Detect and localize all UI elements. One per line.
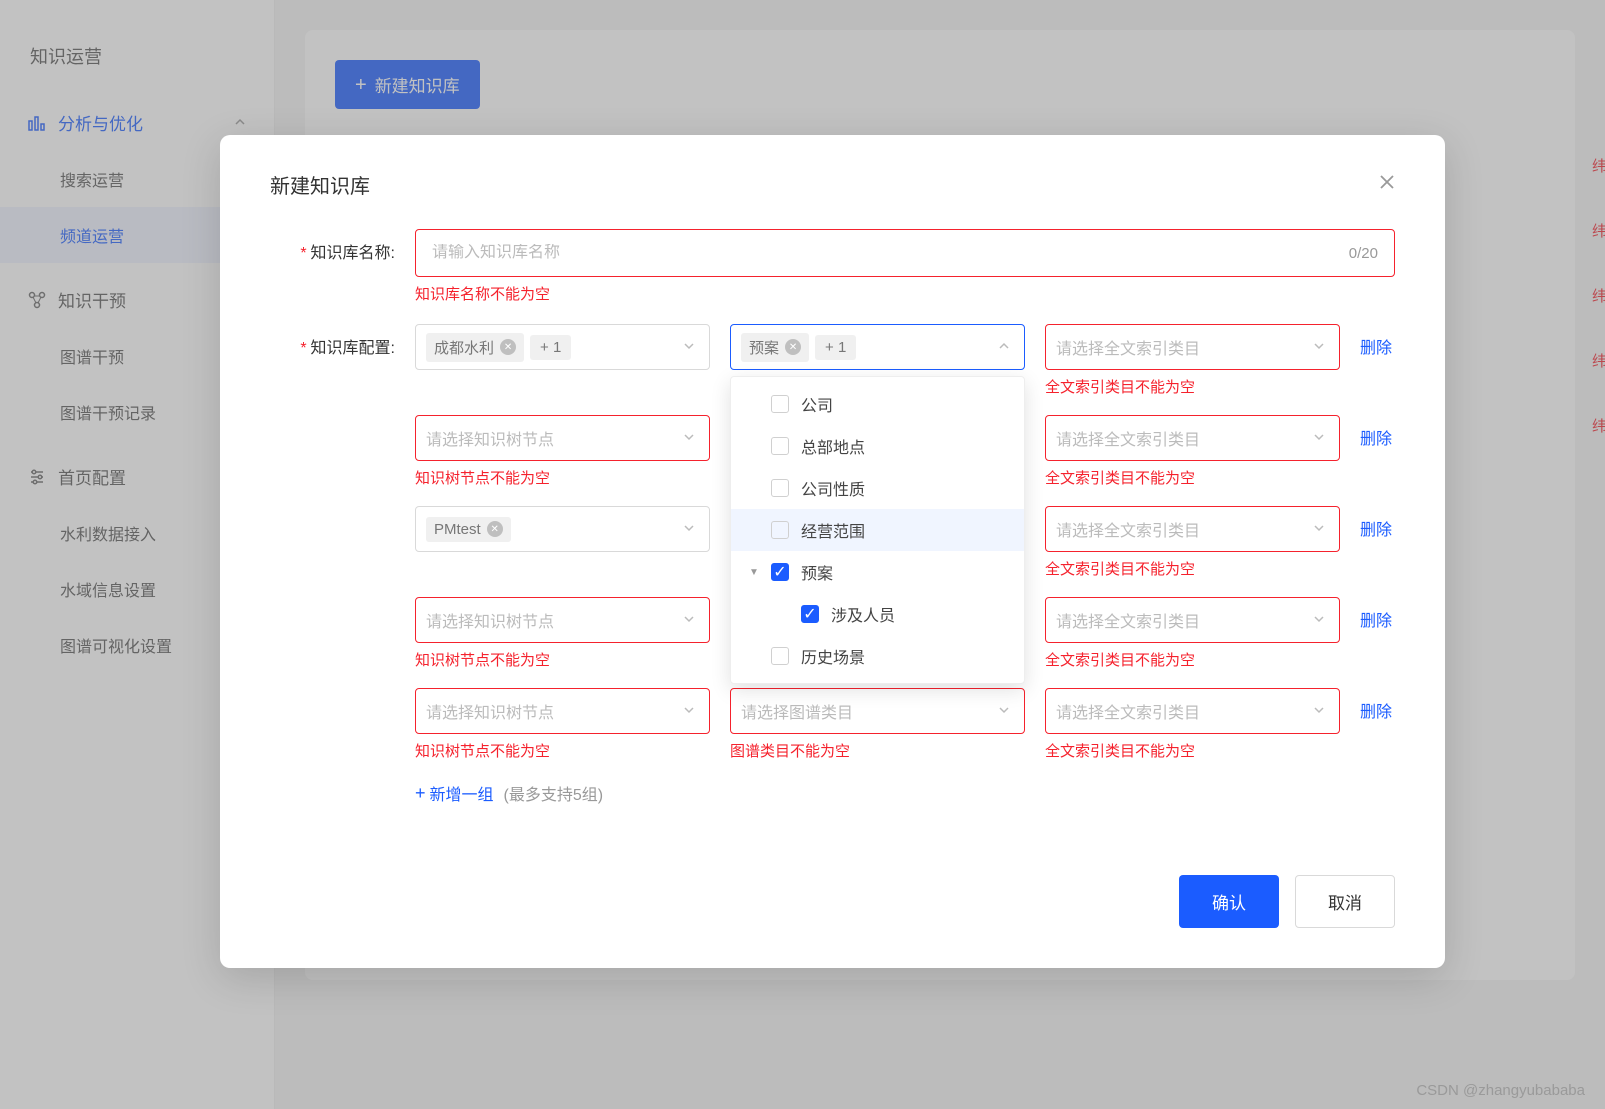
chevron-down-icon: [992, 703, 1016, 719]
chevron-down-icon: [677, 430, 701, 446]
select-placeholder: 请选择全文索引类目: [1056, 335, 1200, 359]
chevron-down-icon: [677, 521, 701, 537]
name-error: 知识库名称不能为空: [415, 283, 1395, 304]
fulltext-select[interactable]: 请选择全文索引类目: [1045, 688, 1340, 734]
cancel-button[interactable]: 取消: [1295, 875, 1395, 928]
fulltext-select[interactable]: 请选择全文索引类目: [1045, 324, 1340, 370]
modal-title: 新建知识库: [270, 170, 370, 199]
chevron-down-icon: [677, 612, 701, 628]
plus-icon: +: [415, 783, 426, 804]
tag-remove-icon[interactable]: ✕: [785, 339, 801, 355]
dropdown-option[interactable]: 公司: [731, 383, 1024, 425]
close-icon: [1379, 174, 1395, 190]
fulltext-select[interactable]: 请选择全文索引类目: [1045, 415, 1340, 461]
select-tag: 预案✕: [741, 333, 809, 362]
option-label: 公司: [801, 392, 833, 416]
checkbox-icon[interactable]: [771, 647, 789, 665]
fulltext-select[interactable]: 请选择全文索引类目: [1045, 597, 1340, 643]
add-group-link[interactable]: +新增一组: [415, 781, 494, 805]
graph-error: 图谱类目不能为空: [730, 740, 1025, 761]
tree-select[interactable]: 请选择知识树节点: [415, 688, 710, 734]
select-placeholder: 请选择全文索引类目: [1056, 699, 1200, 723]
name-input-wrap: 0/20: [415, 229, 1395, 277]
watermark: CSDN @zhangyubababa: [1416, 1082, 1585, 1099]
fulltext-error: 全文索引类目不能为空: [1045, 467, 1340, 488]
add-hint: (最多支持5组): [504, 781, 604, 805]
name-label: *知识库名称:: [270, 229, 415, 263]
chevron-down-icon: [1307, 339, 1331, 355]
tree-error: 知识树节点不能为空: [415, 649, 710, 670]
checkbox-icon[interactable]: ✓: [771, 563, 789, 581]
checkbox-icon[interactable]: ✓: [801, 605, 819, 623]
graph-select[interactable]: 请选择图谱类目: [730, 688, 1025, 734]
dropdown-option-expandable[interactable]: ▼ ✓ 预案: [731, 551, 1024, 593]
checkbox-icon[interactable]: [771, 437, 789, 455]
new-kb-modal: 新建知识库 *知识库名称: 0/20 知识库名称不能为空 *知识库配置:: [220, 135, 1445, 968]
option-label: 公司性质: [801, 476, 865, 500]
tree-error: 知识树节点不能为空: [415, 467, 710, 488]
fulltext-select[interactable]: 请选择全文索引类目: [1045, 506, 1340, 552]
delete-link[interactable]: 删除: [1360, 704, 1392, 721]
delete-link[interactable]: 删除: [1360, 522, 1392, 539]
dropdown-option[interactable]: 公司性质: [731, 467, 1024, 509]
chevron-down-icon: [1307, 521, 1331, 537]
chevron-up-icon: [992, 339, 1016, 355]
option-label: 总部地点: [801, 434, 865, 458]
caret-down-icon[interactable]: ▼: [749, 567, 759, 578]
select-placeholder: 请选择全文索引类目: [1056, 608, 1200, 632]
chevron-down-icon: [677, 339, 701, 355]
name-input[interactable]: [432, 244, 1349, 262]
select-more: + 1: [815, 335, 856, 360]
dropdown-option[interactable]: 经营范围: [731, 509, 1024, 551]
tag-remove-icon[interactable]: ✕: [487, 521, 503, 537]
tree-select[interactable]: 请选择知识树节点: [415, 415, 710, 461]
select-placeholder: 请选择知识树节点: [426, 608, 554, 632]
dropdown-option[interactable]: 历史场景: [731, 635, 1024, 677]
select-tag: PMtest✕: [426, 517, 511, 542]
option-label: 涉及人员: [831, 602, 895, 626]
graph-dropdown: 公司 总部地点 公司性质 经营范围: [730, 376, 1025, 684]
delete-link[interactable]: 删除: [1360, 340, 1392, 357]
tag-remove-icon[interactable]: ✕: [500, 339, 516, 355]
delete-link[interactable]: 删除: [1360, 613, 1392, 630]
config-row: 请选择知识树节点 知识树节点不能为空 请选择图谱类目 图谱类目不能为空: [415, 688, 1420, 761]
chevron-down-icon: [1307, 430, 1331, 446]
checkbox-icon[interactable]: [771, 395, 789, 413]
option-label: 经营范围: [801, 518, 865, 542]
tree-select[interactable]: PMtest✕: [415, 506, 710, 552]
fulltext-error: 全文索引类目不能为空: [1045, 376, 1340, 397]
fulltext-error: 全文索引类目不能为空: [1045, 740, 1340, 761]
graph-select[interactable]: 预案✕ + 1: [730, 324, 1025, 370]
select-placeholder: 请选择图谱类目: [741, 699, 853, 723]
confirm-button[interactable]: 确认: [1179, 875, 1279, 928]
dropdown-option[interactable]: ✓ 涉及人员: [731, 593, 1024, 635]
chevron-down-icon: [1307, 703, 1331, 719]
chevron-down-icon: [1307, 612, 1331, 628]
tree-select[interactable]: 请选择知识树节点: [415, 597, 710, 643]
close-button[interactable]: [1379, 173, 1395, 196]
checkbox-icon[interactable]: [771, 521, 789, 539]
fulltext-error: 全文索引类目不能为空: [1045, 558, 1340, 579]
delete-link[interactable]: 删除: [1360, 431, 1392, 448]
tree-select[interactable]: 成都水利✕ + 1: [415, 324, 710, 370]
dropdown-option[interactable]: 总部地点: [731, 425, 1024, 467]
select-more: + 1: [530, 335, 571, 360]
select-placeholder: 请选择全文索引类目: [1056, 517, 1200, 541]
config-label: *知识库配置:: [270, 324, 415, 358]
add-row: +新增一组 (最多支持5组): [415, 781, 1420, 805]
checkbox-icon[interactable]: [771, 479, 789, 497]
select-placeholder: 请选择知识树节点: [426, 699, 554, 723]
select-tag: 成都水利✕: [426, 333, 524, 362]
char-counter: 0/20: [1349, 245, 1378, 262]
fulltext-error: 全文索引类目不能为空: [1045, 649, 1340, 670]
option-label: 历史场景: [801, 644, 865, 668]
tree-error: 知识树节点不能为空: [415, 740, 710, 761]
option-label: 预案: [801, 560, 833, 584]
select-placeholder: 请选择全文索引类目: [1056, 426, 1200, 450]
chevron-down-icon: [677, 703, 701, 719]
select-placeholder: 请选择知识树节点: [426, 426, 554, 450]
